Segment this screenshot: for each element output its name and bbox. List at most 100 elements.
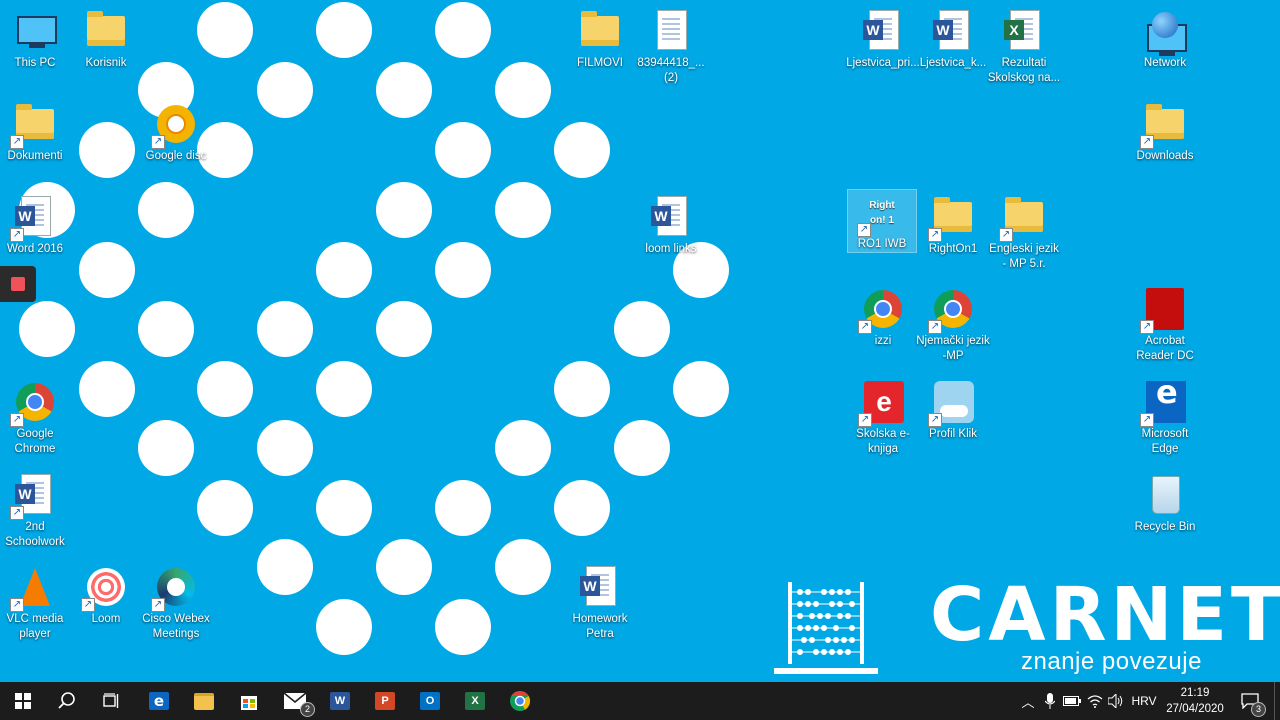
shortcut-arrow-icon: ↗ (858, 320, 872, 334)
taskbar-edge[interactable]: e (136, 682, 182, 720)
desktop-icon-loom[interactable]: ↗ Loom (67, 560, 145, 627)
start-button[interactable] (0, 682, 46, 720)
icon-label: Recycle Bin (1134, 521, 1196, 533)
search-button[interactable] (44, 682, 90, 720)
desktop-icon-righton1[interactable]: ↗ RightOn1 (914, 190, 992, 257)
store-bag-icon (241, 696, 257, 710)
action-center-button[interactable]: 3 (1238, 682, 1266, 720)
desktop-icon-cisco-webex[interactable]: ↗ Cisco Webex Meetings (137, 560, 215, 642)
shortcut-arrow-icon: ↗ (999, 228, 1013, 242)
notification-count-badge: 3 (1251, 702, 1266, 717)
desktop-icon-google-disc[interactable]: ↗ Google disc (137, 97, 215, 164)
wifi-tray[interactable] (1085, 682, 1105, 720)
desktop-icon-izzi[interactable]: ↗ izzi (844, 282, 922, 349)
desktop-icon-skolska-e-knjiga[interactable]: e ↗ Skolska e-knjiga (844, 375, 922, 457)
taskbar-outlook[interactable]: O (407, 682, 453, 720)
icon-label: Profil Klik (929, 428, 977, 440)
desktop-icon-profil-klik[interactable]: ↗ Profil Klik (914, 375, 992, 442)
desktop-icon-homework-petra[interactable]: W Homework Petra (561, 560, 639, 642)
desktop-icon-acrobat[interactable]: ↗ Acrobat Reader DC (1126, 282, 1204, 364)
recycle-bin-icon (1152, 476, 1180, 514)
desktop-icon-ro1-iwb[interactable]: Right on! 1 ↗ RO1 IWB (847, 189, 917, 253)
battery-tray[interactable] (1062, 682, 1082, 720)
shortcut-arrow-icon: ↗ (10, 228, 24, 242)
wallpaper-dot (376, 182, 432, 238)
wallpaper-dot (376, 62, 432, 118)
clock-date: 27/04/2020 (1166, 703, 1224, 715)
wallpaper-dot (138, 420, 194, 476)
desktop-icon-83944418[interactable]: 83944418_... (2) (632, 4, 710, 86)
desktop-icon-microsoft-edge[interactable]: e ↗ Microsoft Edge (1126, 375, 1204, 457)
clock[interactable]: 21:19 27/04/2020 (1160, 685, 1230, 717)
taskbar-microsoft-store[interactable] (226, 682, 272, 720)
word-icon: W (15, 484, 35, 504)
stop-recording-button[interactable] (0, 266, 36, 302)
desktop-icon-njemacki-jezik[interactable]: ↗ Njemački jezik -MP (914, 282, 992, 364)
taskbar-powerpoint[interactable]: P (362, 682, 408, 720)
taskbar-file-explorer[interactable] (181, 682, 227, 720)
wallpaper-dot (376, 301, 432, 357)
search-icon (58, 692, 75, 709)
word-icon: W (933, 20, 953, 40)
word-icon: W (651, 206, 671, 226)
vlc-cone-icon (20, 568, 50, 606)
input-language[interactable]: HRV (1128, 682, 1160, 720)
shortcut-arrow-icon: ↗ (10, 135, 24, 149)
desktop-icon-korisnik[interactable]: Korisnik (67, 4, 145, 71)
shortcut-arrow-icon: ↗ (928, 320, 942, 334)
task-view-button[interactable] (88, 682, 134, 720)
icon-label: Acrobat Reader DC (1136, 335, 1194, 362)
desktop-icon-rezultati[interactable]: X Rezultati Skolskog na... (985, 4, 1063, 86)
desktop-icon-google-chrome[interactable]: ↗ Google Chrome (0, 375, 74, 457)
shortcut-arrow-icon: ↗ (10, 506, 24, 520)
desktop-icon-vlc[interactable]: ↗ VLC media player (0, 560, 74, 642)
word-icon: W (863, 20, 883, 40)
battery-icon (1063, 696, 1081, 706)
shortcut-arrow-icon: ↗ (858, 413, 872, 427)
microphone-tray[interactable] (1040, 682, 1060, 720)
desktop-icon-network[interactable]: Network (1126, 4, 1204, 71)
windows-start-icon (15, 693, 31, 709)
wallpaper-dot (435, 2, 491, 58)
wallpaper-dot (257, 539, 313, 595)
icon-label: Word 2016 (6, 243, 64, 255)
wallpaper-dot (197, 2, 253, 58)
powerpoint-icon: P (375, 692, 395, 710)
icon-label: Downloads (1136, 150, 1194, 162)
icon-label: Google disc (145, 150, 207, 162)
taskbar-mail[interactable]: 2 (272, 682, 318, 720)
desktop-icon-this-pc[interactable]: This PC (0, 4, 74, 71)
desktop-icon-word-2016[interactable]: W ↗ Word 2016 (0, 190, 74, 257)
taskbar-chrome[interactable] (497, 682, 543, 720)
shortcut-arrow-icon: ↗ (10, 598, 24, 612)
desktop-icon-ljestvica-k[interactable]: W Ljestvica_k... (914, 4, 992, 71)
wallpaper-dot (79, 242, 135, 298)
desktop-icon-ljestvica-pri[interactable]: W Ljestvica_pri... (844, 4, 922, 71)
desktop-icon-loom-links[interactable]: W loom links (632, 190, 710, 257)
volume-tray[interactable] (1106, 682, 1126, 720)
shortcut-arrow-icon: ↗ (928, 228, 942, 242)
taskbar-excel[interactable]: X (452, 682, 498, 720)
wallpaper-dot (79, 122, 135, 178)
taskbar-word[interactable]: W (317, 682, 363, 720)
desktop-icon-filmovi[interactable]: FILMOVI (561, 4, 639, 71)
icon-label: Homework Petra (572, 613, 628, 640)
mail-unread-badge: 2 (300, 702, 315, 717)
show-desktop-button[interactable] (1274, 682, 1280, 720)
excel-icon: X (1004, 20, 1024, 40)
desktop-icon-engleski-jezik[interactable]: ↗ Engleski jezik - MP 5.r. (985, 190, 1063, 272)
wallpaper-dot (554, 122, 610, 178)
word-icon: W (580, 576, 600, 596)
desktop-icon-downloads[interactable]: ↗ Downloads (1126, 97, 1204, 164)
show-hidden-icons-button[interactable]: ︿ (1018, 682, 1038, 720)
desktop-icon-recycle-bin[interactable]: Recycle Bin (1126, 468, 1204, 535)
desktop-icon-2nd-schoolwork[interactable]: W ↗ 2nd Schoolwork (0, 468, 74, 550)
desktop-icon-dokumenti[interactable]: ↗ Dokumenti (0, 97, 74, 164)
task-view-icon (103, 693, 119, 708)
wallpaper-dot (614, 301, 670, 357)
abacus-logo (774, 582, 878, 674)
file-explorer-icon (194, 692, 214, 710)
carnet-logo-text: CARNET (930, 572, 1280, 658)
chevron-up-icon: ︿ (1021, 694, 1035, 710)
icon-label: Engleski jezik - MP 5.r. (989, 243, 1059, 270)
